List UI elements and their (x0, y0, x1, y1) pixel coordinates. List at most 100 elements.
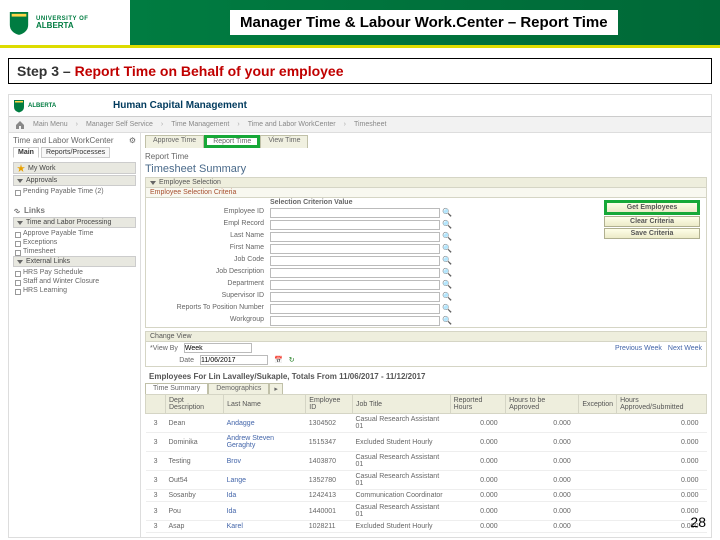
bc-3[interactable]: Time and Labor WorkCenter (248, 121, 336, 128)
sec-tl-processing[interactable]: Time and Labor Processing (13, 217, 136, 228)
date-input[interactable] (200, 355, 268, 365)
bc-4[interactable]: Timesheet (354, 121, 386, 128)
lnk-exceptions[interactable]: Exceptions (13, 238, 136, 247)
lookup-icon[interactable]: 🔍 (442, 232, 452, 242)
th-blank (146, 395, 166, 414)
viewby-select[interactable] (184, 343, 252, 353)
lookup-icon[interactable]: 🔍 (442, 208, 452, 218)
tab-time-summary[interactable]: Time Summary (145, 383, 208, 394)
approvals-header[interactable]: Approvals (13, 175, 136, 186)
gear-icon[interactable]: ⚙ (129, 136, 136, 145)
mywork-header[interactable]: My Work (13, 162, 136, 174)
lookup-icon[interactable]: 🔍 (442, 280, 452, 290)
previous-week-link[interactable]: Previous Week (615, 345, 662, 352)
lookup-icon[interactable]: 🔍 (442, 244, 452, 254)
logo-box: UNIVERSITY OF ALBERTA (0, 6, 130, 40)
reports-to-input[interactable] (270, 304, 440, 314)
app-topbar: ALBERTA Human Capital Management (9, 95, 711, 117)
th-last-name[interactable]: Last Name (224, 395, 306, 414)
lnk-winter-closure[interactable]: Staff and Winter Closure (13, 277, 136, 286)
tab-reports[interactable]: Reports/Processes (41, 147, 110, 158)
links-header: Links (13, 206, 136, 215)
crit-value-header: Selection Criterion Value (270, 199, 352, 206)
first-name-label: First Name (150, 244, 270, 254)
table-row[interactable]: 3AsapKarel1028211Excluded Student Hourly… (146, 521, 707, 533)
lookup-icon[interactable]: 🔍 (442, 316, 452, 326)
lookup-icon[interactable]: 🔍 (442, 220, 452, 230)
pending-payable-time[interactable]: Pending Payable Time (2) (13, 187, 136, 196)
field-first-name: First Name 🔍 (146, 243, 706, 255)
bc-0[interactable]: Main Menu (33, 121, 68, 128)
employee-id-input[interactable] (270, 208, 440, 218)
department-input[interactable] (270, 280, 440, 290)
sec1-label: Time and Labor Processing (26, 219, 111, 226)
refresh-icon[interactable]: ↻ (289, 356, 295, 364)
logo-text: UNIVERSITY OF ALBERTA (36, 16, 88, 30)
field-supervisor-id: Supervisor ID🔍 (146, 291, 706, 303)
th-hours-submitted[interactable]: Hours Approved/Submitted (617, 395, 707, 414)
employee-selection-panel: Employee Selection Employee Selection Cr… (145, 177, 707, 328)
table-row[interactable]: 3DominikaAndrew Steven Geraghty1515347Ex… (146, 433, 707, 452)
workspace: Time and Labor WorkCenter ⚙ Main Reports… (9, 133, 711, 537)
last-name-input[interactable] (270, 232, 440, 242)
lnk-timesheet[interactable]: Timesheet (13, 247, 136, 256)
tab-demographics[interactable]: Demographics (208, 383, 269, 394)
lnk-approve-payable[interactable]: Approve Payable Time (13, 229, 136, 238)
crit-header-row: Selection Criterion Value Get Employees … (146, 198, 706, 207)
table-row[interactable]: 3SosanbyIda1242413Communication Coordina… (146, 490, 707, 502)
table-row[interactable]: 3Out54Lange1352780Casual Research Assist… (146, 471, 707, 490)
first-name-input[interactable] (270, 244, 440, 254)
field-department: Department 🔍 (146, 279, 706, 291)
slide-title: Manager Time & Labour Work.Center – Repo… (230, 10, 618, 35)
shield-logo-icon (8, 10, 30, 36)
table-header-row: Dept Description Last Name Employee ID J… (146, 395, 707, 414)
th-reported-hours[interactable]: Reported Hours (450, 395, 506, 414)
emp-sel-label: Employee Selection (159, 179, 221, 186)
job-desc-input[interactable] (270, 268, 440, 278)
lnk-pay-schedule[interactable]: HRS Pay Schedule (13, 268, 136, 277)
table-row[interactable]: 3PouIda1440001Casual Research Assistant … (146, 502, 707, 521)
tab-approve-time[interactable]: Approve Time (145, 135, 204, 148)
th-exception[interactable]: Exception (579, 395, 617, 414)
link-icon (13, 207, 21, 215)
th-hours-approved[interactable]: Hours to be Approved (506, 395, 579, 414)
mini-shield-icon (13, 99, 25, 113)
calendar-icon[interactable]: 📅 (274, 356, 283, 364)
emp-sel-header[interactable]: Employee Selection (146, 178, 706, 188)
logo-name: ALBERTA (36, 22, 88, 30)
table-row[interactable]: 3TestingBrov1403870Casual Research Assis… (146, 452, 707, 471)
hcm-title: Human Capital Management (113, 100, 247, 111)
reports-to-label: Reports To Position Number (150, 304, 270, 314)
tab-expand-icon[interactable]: ▸ (269, 383, 283, 394)
mini-logo-label: ALBERTA (28, 103, 56, 109)
bc-1[interactable]: Manager Self Service (86, 121, 153, 128)
empl-record-input[interactable] (270, 220, 440, 230)
department-label: Department (150, 280, 270, 290)
next-week-link[interactable]: Next Week (668, 345, 702, 352)
job-desc-label: Job Description (150, 268, 270, 278)
th-job-title[interactable]: Job Title (352, 395, 450, 414)
lookup-icon[interactable]: 🔍 (442, 256, 452, 266)
lookup-icon[interactable]: 🔍 (442, 268, 452, 278)
tab-view-time[interactable]: View Time (260, 135, 308, 148)
lookup-icon[interactable]: 🔍 (442, 304, 452, 314)
supervisor-id-input[interactable] (270, 292, 440, 302)
tab-report-time[interactable]: Report Time (204, 135, 260, 148)
field-employee-id: Employee ID🔍 (146, 207, 706, 219)
th-dept[interactable]: Dept Description (166, 395, 224, 414)
home-icon[interactable] (15, 120, 25, 130)
slide-header: UNIVERSITY OF ALBERTA Manager Time & Lab… (0, 0, 720, 48)
workgroup-input[interactable] (270, 316, 440, 326)
tab-main[interactable]: Main (13, 147, 39, 158)
sec-external-links[interactable]: External Links (13, 256, 136, 267)
mini-logo: ALBERTA (13, 97, 93, 115)
lnk-hrs-learning[interactable]: HRS Learning (13, 286, 136, 295)
job-code-input[interactable] (270, 256, 440, 266)
change-view-row: *View By Previous Week Next Week (146, 342, 706, 354)
bc-2[interactable]: Time Management (171, 121, 229, 128)
workcenter-title: Time and Labor WorkCenter ⚙ (13, 136, 136, 145)
lookup-icon[interactable]: 🔍 (442, 292, 452, 302)
page-heading: Report Time (145, 152, 707, 161)
th-employee-id[interactable]: Employee ID (306, 395, 353, 414)
table-row[interactable]: 3DeanAndagge1304502Casual Research Assis… (146, 414, 707, 433)
